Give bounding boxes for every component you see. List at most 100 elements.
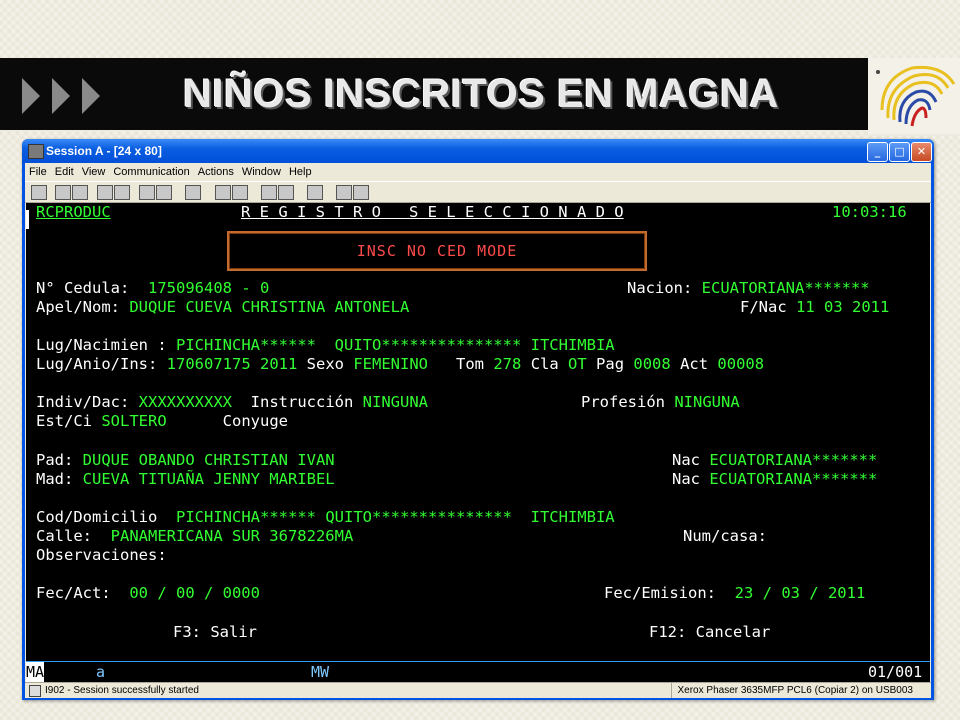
act-value: 00008 [717, 355, 765, 373]
text-cursor [26, 210, 29, 229]
macro-pause-icon[interactable] [278, 185, 294, 200]
paste-icon[interactable] [72, 185, 88, 200]
window-client: File Edit View Communication Actions Window He… [25, 163, 931, 698]
emulator-window: Session A - [24 x 80] _ □ ✕ File Edit View… [22, 139, 934, 700]
menu-view[interactable]: View [78, 163, 110, 181]
toolbar [25, 181, 931, 203]
lugnac-prov: PICHINCHA****** [176, 336, 316, 354]
screen-title: R E G I S T R O S E L E C C I O N A D O [241, 203, 624, 221]
apel-label: Apel/Nom: [36, 298, 120, 316]
session-app-icon [28, 144, 44, 159]
instr-value: NINGUNA [362, 393, 428, 411]
oia-ma: MA [26, 662, 45, 682]
globe-icon[interactable] [336, 185, 352, 200]
nacion-label: Nacion: [627, 279, 693, 297]
calle-label: Calle: [36, 527, 92, 545]
document-icon[interactable] [307, 185, 323, 200]
f3-key-hint[interactable]: F3: Salir [173, 623, 257, 641]
oia-a: a [96, 663, 106, 681]
edit-icon[interactable] [353, 185, 369, 200]
instr-label: Instrucción [250, 393, 354, 411]
menu-help[interactable]: Help [285, 163, 316, 181]
keyboard-icon[interactable] [185, 185, 201, 200]
window-title: Session A - [24 x 80] [46, 144, 162, 158]
sexo-value: FEMENINO [353, 355, 428, 373]
mode-label: INSC NO CED MODE [356, 242, 518, 260]
color-icon[interactable] [156, 185, 172, 200]
menu-communication[interactable]: Communication [109, 163, 193, 181]
mode-indicator-box: INSC NO CED MODE [227, 231, 647, 271]
operator-info-area: MA a MW 01/001 [26, 661, 930, 682]
cla-value: OT [568, 355, 587, 373]
pag-label: Pag [596, 355, 625, 373]
tom-value: 278 [493, 355, 522, 373]
status-message: I902 - Session successfully started [45, 685, 199, 696]
mad-nac-value: ECUATORIANA******* [709, 470, 878, 488]
pad-nac-value: ECUATORIANA******* [709, 451, 878, 469]
lugins-value: 170607175 2011 [166, 355, 298, 373]
slide-title: NIÑOS INSCRITOS EN MAGNA [183, 72, 779, 116]
prof-value: NINGUNA [674, 393, 740, 411]
lugnac-label: Lug/Nacimien : [36, 336, 167, 354]
clock: 10:03:16 [832, 203, 907, 221]
copy-icon[interactable] [55, 185, 71, 200]
menu-edit[interactable]: Edit [51, 163, 78, 181]
indiv-label: Indiv/Dac: [36, 393, 130, 411]
apel-value: DUQUE CUEVA CHRISTINA ANTONELA [129, 298, 410, 316]
send-icon[interactable] [97, 185, 113, 200]
printer-status: Xerox Phaser 3635MFP PCL6 (Copiar 2) on … [670, 683, 913, 698]
title-bar[interactable]: Session A - [24 x 80] _ □ ✕ [22, 139, 934, 163]
cedula-label: N° Cedula: [36, 279, 130, 297]
receive-icon[interactable] [114, 185, 130, 200]
fingerprint-flag-logo-icon [868, 58, 960, 134]
cla-label: Cla [530, 355, 559, 373]
lugnac-parr: ITCHIMBIA [530, 336, 615, 354]
maximize-button[interactable]: □ [889, 142, 910, 162]
menu-actions[interactable]: Actions [194, 163, 238, 181]
obs-label: Observaciones: [36, 546, 167, 564]
conyuge-label: Conyuge [222, 412, 288, 430]
indiv-value: XXXXXXXXXX [138, 393, 232, 411]
cod-parr: ITCHIMBIA [530, 508, 615, 526]
macro-record-icon[interactable] [215, 185, 231, 200]
print-icon[interactable] [31, 185, 47, 200]
pad-label: Pad: [36, 451, 74, 469]
estci-label: Est/Ci [36, 412, 92, 430]
numcasa-label: Num/casa: [683, 527, 767, 545]
fecact-label: Fec/Act: [36, 584, 111, 602]
macro-stop-icon[interactable] [232, 185, 248, 200]
act-label: Act [680, 355, 709, 373]
menu-file[interactable]: File [25, 163, 51, 181]
close-button[interactable]: ✕ [911, 142, 932, 162]
menu-bar: File Edit View Communication Actions Window He… [25, 163, 931, 181]
mad-value: CUEVA TITUAÑA JENNY MARIBEL [82, 470, 335, 488]
lugins-label: Lug/Anio/Ins: [36, 355, 158, 373]
mad-label: Mad: [36, 470, 74, 488]
cod-prov: PICHINCHA****** [176, 508, 316, 526]
cedula-value: 175096408 - 0 [148, 279, 270, 297]
f12-key-hint[interactable]: F12: Cancelar [649, 623, 770, 641]
cod-label: Cod/Domicilio [36, 508, 158, 526]
oia-cursor-position: 01/001 [868, 663, 923, 681]
cod-canton: QUITO*************** [325, 508, 512, 526]
menu-window[interactable]: Window [238, 163, 285, 181]
mad-nac-label: Nac [672, 470, 700, 488]
tom-label: Tom [456, 355, 484, 373]
estci-value: SOLTERO [101, 412, 167, 430]
session-status-icon [29, 685, 41, 697]
prof-label: Profesión [581, 393, 665, 411]
lugnac-canton: QUITO*************** [334, 336, 522, 354]
pad-nac-label: Nac [672, 451, 700, 469]
macro-play-icon[interactable] [261, 185, 277, 200]
triple-chevron-icon [22, 78, 100, 114]
nacion-value: ECUATORIANA******* [701, 279, 870, 297]
status-bar: I902 - Session successfully started Xero… [25, 682, 931, 698]
display-icon[interactable] [139, 185, 155, 200]
pag-value: 0008 [633, 355, 671, 373]
fnac-label: F/Nac [740, 298, 787, 316]
terminal-screen[interactable]: RCPRODUC R E G I S T R O S E L E C C I O… [26, 203, 930, 683]
program-id: RCPRODUC [36, 203, 111, 221]
minimize-button[interactable]: _ [867, 142, 888, 162]
calle-value: PANAMERICANA SUR 3678226MA [110, 527, 354, 545]
pad-value: DUQUE OBANDO CHRISTIAN IVAN [82, 451, 335, 469]
